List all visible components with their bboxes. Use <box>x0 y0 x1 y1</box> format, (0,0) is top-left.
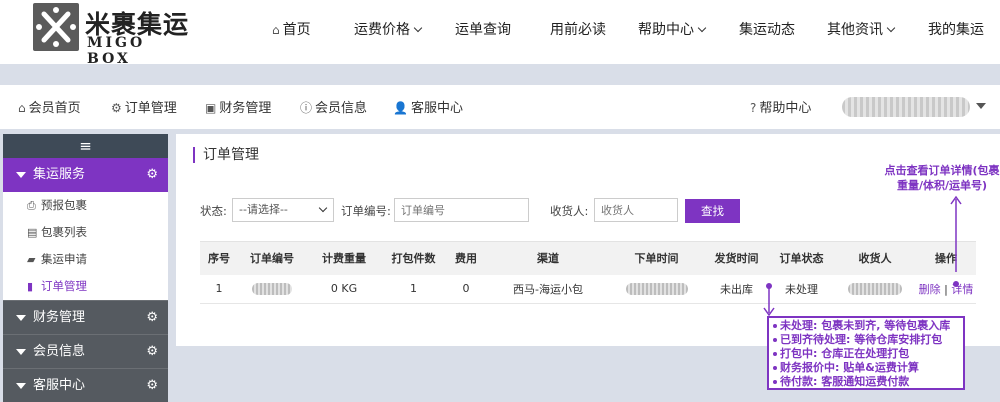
status-note-text: 待付款: 客服通知运费付款 <box>780 375 910 388</box>
status-note: 已到齐待处理: 等待仓库安排打包 <box>773 333 959 347</box>
bullet-icon <box>773 380 777 384</box>
bullet-icon <box>773 324 777 328</box>
status-note-text: 财务报价中: 贴单&运费计算 <box>780 361 919 374</box>
detail-annotation: 点击查看订单详情(包裹重量/体积/运单号) <box>884 164 1000 192</box>
status-note: 未处理: 包裹未到齐, 等待包裹入库 <box>773 319 959 333</box>
status-note-text: 已到齐待处理: 等待仓库安排打包 <box>780 333 943 346</box>
status-note: 打包中: 仓库正在处理打包 <box>773 347 959 361</box>
status-note: 待付款: 客服通知运费付款 <box>773 375 959 389</box>
status-note: 财务报价中: 贴单&运费计算 <box>773 361 959 375</box>
bullet-icon <box>773 366 777 370</box>
status-note-text: 未处理: 包裹未到齐, 等待包裹入库 <box>780 319 951 332</box>
bullet-icon <box>773 338 777 342</box>
status-marker-dot <box>766 283 772 289</box>
bullet-icon <box>773 352 777 356</box>
detail-marker-dot <box>953 281 959 287</box>
status-note-text: 打包中: 仓库正在处理打包 <box>780 347 910 360</box>
status-legend-box: 未处理: 包裹未到齐, 等待包裹入库 已到齐待处理: 等待仓库安排打包 打包中:… <box>767 316 965 390</box>
